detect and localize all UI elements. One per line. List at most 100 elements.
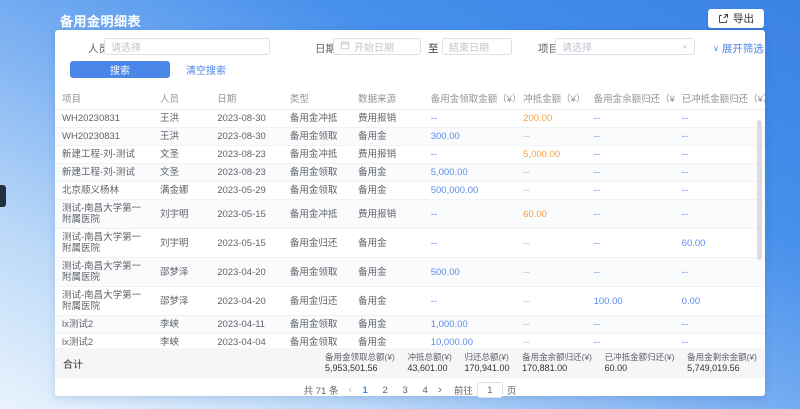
table-row[interactable]: 测试-南昌大学第一附属医院刘宇明2023-05-15备用金归还备用金------… (55, 229, 765, 258)
summary-stat-value: 5,749,019.56 (687, 363, 757, 374)
table-cell: lx测试2 (55, 316, 153, 334)
table-cell: WH20230831 (55, 110, 153, 128)
page-background: 备用金明细表 导出 人员 请选择 日期 (0, 0, 800, 409)
table-cell: 60.00 (516, 200, 586, 229)
export-button-label: 导出 (733, 11, 754, 26)
expand-filters-label: 展开筛选 (722, 41, 764, 56)
summary-stat-label: 备用金剩余金额(¥) (687, 352, 757, 363)
project-select-placeholder: 请选择 (562, 39, 592, 54)
table-cell: 备用金冲抵 (283, 146, 351, 164)
table-cell: 刘宇明 (153, 229, 210, 258)
page-button[interactable]: 2 (378, 385, 392, 396)
column-header: 备用金领取金额（¥） (424, 87, 516, 110)
person-select[interactable]: 请选择 (104, 38, 270, 55)
table-cell: 新建工程-刘-测试 (55, 164, 153, 182)
pagination-total: 共 71 条 (304, 383, 339, 397)
export-button[interactable]: 导出 (708, 9, 764, 28)
action-row: 搜索 清空搜索 (70, 61, 226, 78)
table-row[interactable]: lx测试2李峡2023-04-11备用金领取备用金1,000.00------ (55, 316, 765, 334)
table-cell: -- (587, 200, 675, 229)
table-cell: 备用金 (351, 287, 424, 316)
summary-stat: 备用金领取总额(¥)5,953,501.56 (325, 352, 395, 374)
pagination: 共 71 条 ‹ 1234 › 前往 页 (55, 382, 765, 398)
summary-total-label: 合计 (55, 356, 325, 371)
pagination-pages: 1234 (358, 385, 432, 396)
page-button[interactable]: 1 (358, 385, 372, 396)
collapsed-drawer-handle[interactable] (0, 185, 6, 207)
column-header: 数据来源 (351, 87, 424, 110)
table-cell: 2023-04-20 (210, 287, 283, 316)
table-cell: 1,000.00 (424, 316, 516, 334)
table-cell: 文圣 (153, 146, 210, 164)
person-select-placeholder: 请选择 (111, 39, 141, 54)
expand-filters-link[interactable]: ∨ 展开筛选 (713, 41, 764, 56)
table-cell: 2023-08-23 (210, 146, 283, 164)
table-row[interactable]: WH20230831王洪2023-08-30备用金冲抵费用报销--200.00-… (55, 110, 765, 128)
summary-row: 合计 备用金领取总额(¥)5,953,501.56冲抵总额(¥)43,601.0… (55, 348, 765, 378)
goto-label: 前往 (454, 383, 473, 397)
page-button[interactable]: 3 (398, 385, 412, 396)
clear-search-button[interactable]: 清空搜索 (186, 62, 226, 77)
table-cell: -- (516, 316, 586, 334)
next-page-button[interactable]: › (438, 385, 442, 395)
table-cell: -- (516, 229, 586, 258)
summary-stat: 备用金余额归还(¥)170,881.00 (522, 352, 592, 374)
table-cell: 备用金 (351, 258, 424, 287)
date-end-placeholder: 结束日期 (449, 39, 489, 54)
table-cell: 费用报销 (351, 200, 424, 229)
table-row[interactable]: 测试-南昌大学第一附属医院刘宇明2023-05-15备用金冲抵费用报销--60.… (55, 200, 765, 229)
table-cell: -- (424, 229, 516, 258)
table-row[interactable]: 测试-南昌大学第一附属医院邵梦泽2023-04-20备用金归还备用金----10… (55, 287, 765, 316)
table-cell: -- (587, 258, 675, 287)
date-start-input[interactable]: 开始日期 (333, 38, 421, 55)
summary-stat-label: 备用金领取总额(¥) (325, 352, 395, 363)
prev-page-button[interactable]: ‹ (348, 385, 352, 395)
table-cell: 李峡 (153, 316, 210, 334)
date-range-separator: 至 (428, 41, 439, 56)
table-cell: -- (587, 229, 675, 258)
table-cell: -- (516, 128, 586, 146)
column-header: 项目 (55, 87, 153, 110)
table-cell: 邵梦泽 (153, 287, 210, 316)
table-cell: 60.00 (675, 229, 765, 258)
summary-stat-value: 43,601.00 (407, 363, 451, 374)
table-row[interactable]: 测试-南昌大学第一附属医院邵梦泽2023-04-20备用金领取备用金500.00… (55, 258, 765, 287)
table-cell: 备用金 (351, 316, 424, 334)
search-button[interactable]: 搜索 (70, 61, 170, 78)
table-cell: 测试-南昌大学第一附属医院 (55, 229, 153, 258)
table-cell: 5,000.00 (516, 146, 586, 164)
table-row[interactable]: 新建工程-刘-测试文圣2023-08-23备用金冲抵费用报销 --5,000.00… (55, 146, 765, 164)
table-cell: -- (675, 110, 765, 128)
date-start-placeholder: 开始日期 (354, 39, 394, 54)
summary-stat-value: 5,953,501.56 (325, 363, 395, 374)
table-cell: -- (587, 128, 675, 146)
summary-stat-label: 归还总额(¥) (464, 352, 509, 363)
summary-stat-label: 备用金余额归还(¥) (522, 352, 592, 363)
table-cell: WH20230831 (55, 128, 153, 146)
table-cell: 新建工程-刘-测试 (55, 146, 153, 164)
table-cell: 备用金冲抵 (283, 200, 351, 229)
calendar-icon (340, 40, 350, 53)
table-cell: -- (516, 164, 586, 182)
page-button[interactable]: 4 (418, 385, 432, 396)
table-cell: 费用报销 (351, 146, 424, 164)
table-cell: -- (424, 200, 516, 229)
table-cell: -- (587, 146, 675, 164)
date-end-input[interactable]: 结束日期 (442, 38, 512, 55)
goto-page-input[interactable] (477, 382, 503, 398)
table-cell: 备用金归还 (283, 229, 351, 258)
table-row[interactable]: WH20230831王洪2023-08-30备用金领取备用金300.00----… (55, 128, 765, 146)
table-cell: 备用金 (351, 164, 424, 182)
table-row[interactable]: 新建工程-刘-测试文圣2023-08-23备用金领取备用金5,000.00---… (55, 164, 765, 182)
chevron-down-icon: ∨ (713, 44, 719, 53)
table-cell: 2023-08-30 (210, 110, 283, 128)
summary-stat-label: 已冲抵金额归还(¥) (605, 352, 675, 363)
vertical-scrollbar[interactable] (757, 120, 762, 260)
table-row[interactable]: 北京顺义杨林满金娜2023-05-29备用金领取备用金500,000.00---… (55, 182, 765, 200)
table-cell: 备用金冲抵 (283, 110, 351, 128)
table-cell: -- (424, 110, 516, 128)
table-cell: 2023-05-15 (210, 200, 283, 229)
table-cell: -- (675, 182, 765, 200)
project-select[interactable]: 请选择 ∨ (555, 38, 695, 55)
table-cell: 备用金归还 (283, 287, 351, 316)
